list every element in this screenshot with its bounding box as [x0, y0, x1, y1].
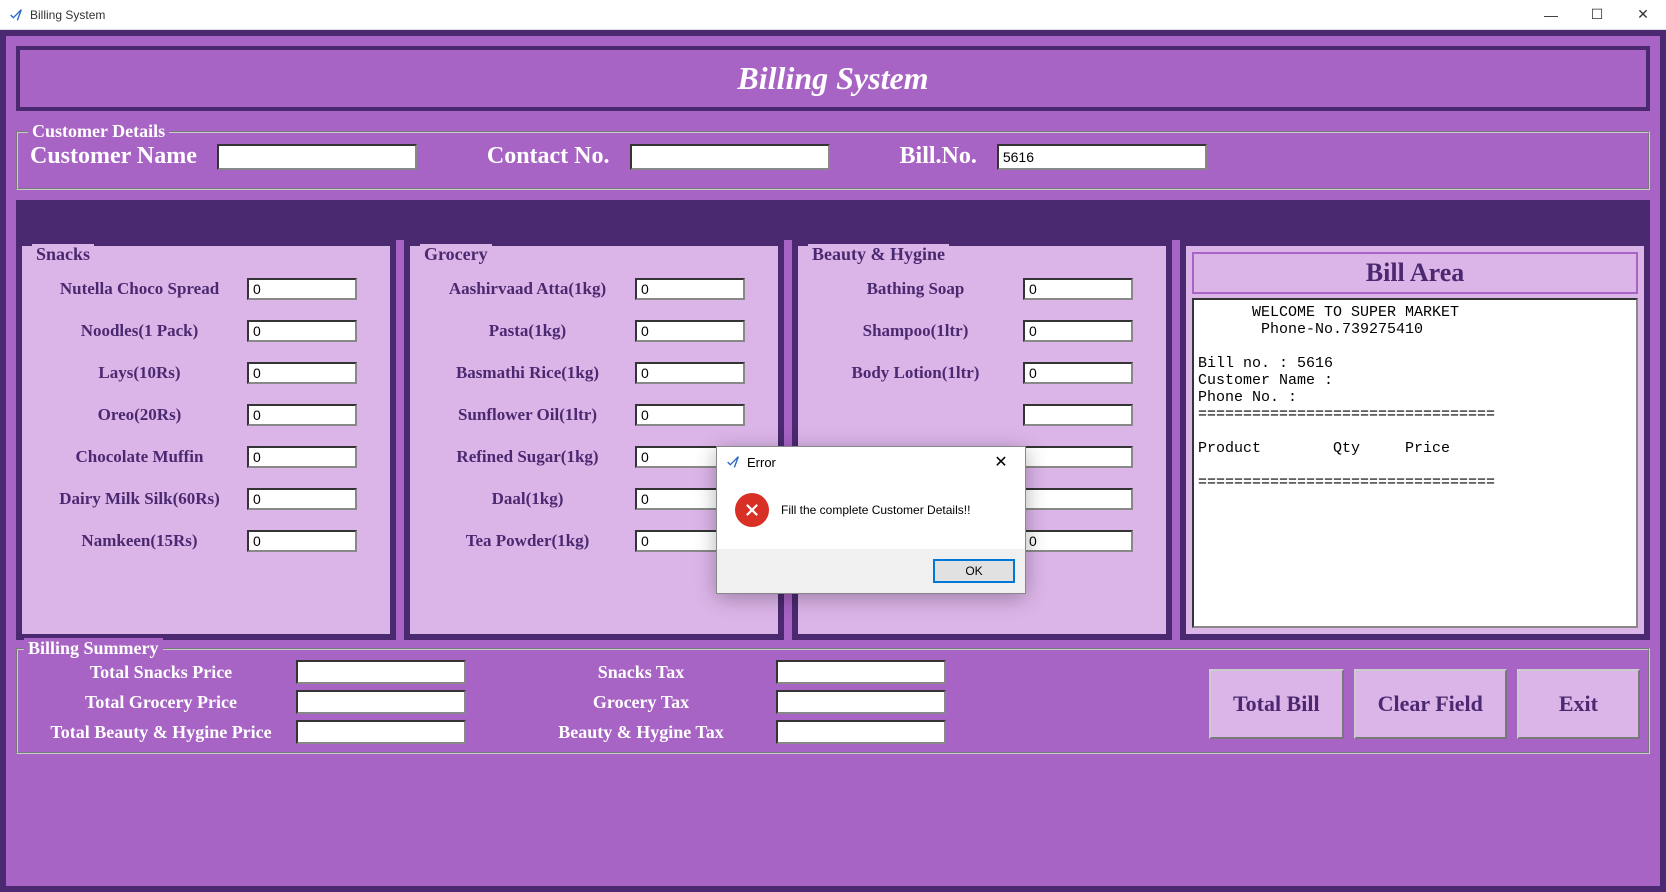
grocery-item-input[interactable] [635, 320, 745, 342]
bill-no-input[interactable] [997, 144, 1207, 170]
clear-field-button[interactable]: Clear Field [1354, 669, 1507, 739]
bill-area-group: Bill Area WELCOME TO SUPER MARKET Phone-… [1180, 240, 1650, 640]
grocery-legend: Grocery [420, 244, 492, 265]
customer-details-group: Customer Details Customer Name Contact N… [16, 131, 1650, 190]
grocery-item-label: Tea Powder(1kg) [420, 531, 635, 551]
beauty-legend: Beauty & Hygine [808, 244, 949, 265]
grocery-item-input[interactable] [635, 362, 745, 384]
main-frame: Billing System Customer Details Customer… [0, 30, 1666, 892]
beauty-tax-input[interactable] [776, 720, 946, 744]
contact-no-input[interactable] [630, 144, 830, 170]
snacks-item-input[interactable] [247, 278, 357, 300]
error-dialog: Error ✕ Fill the complete Customer Detai… [716, 446, 1026, 594]
total-beauty-price-input[interactable] [296, 720, 466, 744]
beauty-item-input[interactable] [1023, 278, 1133, 300]
total-grocery-price-input[interactable] [296, 690, 466, 714]
error-dialog-ok-button[interactable]: OK [933, 559, 1015, 583]
snacks-item-input[interactable] [247, 404, 357, 426]
snacks-tax-label: Snacks Tax [506, 662, 776, 683]
minimize-button[interactable]: — [1528, 0, 1574, 30]
maximize-button[interactable]: ☐ [1574, 0, 1620, 30]
bill-no-label: Bill.No. [900, 143, 977, 170]
beauty-item-label: Bathing Soap [808, 279, 1023, 299]
customer-details-legend: Customer Details [28, 121, 169, 142]
beauty-item-label: Body Lotion(1ltr) [808, 363, 1023, 383]
beauty-item-input[interactable] [1023, 404, 1133, 426]
beauty-item-label: Shampoo(1ltr) [808, 321, 1023, 341]
beauty-item-input[interactable] [1023, 530, 1133, 552]
snacks-item-label: Nutella Choco Spread [32, 279, 247, 299]
grocery-item-label: Sunflower Oil(1ltr) [420, 405, 635, 425]
app-icon [8, 7, 24, 23]
beauty-item-input[interactable] [1023, 362, 1133, 384]
snacks-item-input[interactable] [247, 320, 357, 342]
snacks-item-label: Oreo(20Rs) [32, 405, 247, 425]
app-title: Billing System [30, 60, 1636, 97]
snacks-item-input[interactable] [247, 362, 357, 384]
grocery-item-label: Basmathi Rice(1kg) [420, 363, 635, 383]
contact-no-label: Contact No. [487, 143, 610, 170]
grocery-item-input[interactable] [635, 278, 745, 300]
grocery-tax-label: Grocery Tax [506, 692, 776, 713]
grocery-item-label: Pasta(1kg) [420, 321, 635, 341]
total-bill-button[interactable]: Total Bill [1209, 669, 1344, 739]
window-controls: — ☐ ✕ [1528, 0, 1666, 30]
customer-name-input[interactable] [217, 144, 417, 170]
bill-text-area[interactable]: WELCOME TO SUPER MARKET Phone-No.7392754… [1192, 298, 1638, 628]
snacks-item-label: Lays(10Rs) [32, 363, 247, 383]
customer-name-label: Customer Name [30, 143, 197, 170]
app-icon [725, 454, 741, 470]
header-banner: Billing System [16, 46, 1650, 111]
snacks-item-label: Namkeen(15Rs) [32, 531, 247, 551]
window-titlebar: Billing System — ☐ ✕ [0, 0, 1666, 30]
grocery-tax-input[interactable] [776, 690, 946, 714]
beauty-item-input[interactable] [1023, 320, 1133, 342]
window-title: Billing System [30, 8, 105, 22]
grocery-item-label: Daal(1kg) [420, 489, 635, 509]
grocery-item-label: Aashirvaad Atta(1kg) [420, 279, 635, 299]
bill-area-header: Bill Area [1192, 252, 1638, 294]
snacks-item-label: Dairy Milk Silk(60Rs) [32, 489, 247, 509]
close-button[interactable]: ✕ [1620, 0, 1666, 30]
snacks-item-input[interactable] [247, 530, 357, 552]
snacks-group: Snacks Nutella Choco Spread Noodles(1 Pa… [16, 240, 396, 640]
beauty-item-input[interactable] [1023, 446, 1133, 468]
total-snacks-price-input[interactable] [296, 660, 466, 684]
snacks-item-input[interactable] [247, 488, 357, 510]
error-dialog-close-button[interactable]: ✕ [981, 449, 1021, 475]
beauty-tax-label: Beauty & Hygine Tax [506, 722, 776, 743]
error-icon [735, 493, 769, 527]
error-dialog-message: Fill the complete Customer Details!! [781, 503, 970, 517]
billing-summary-legend: Billing Summery [24, 638, 163, 659]
grocery-item-input[interactable] [635, 404, 745, 426]
snacks-tax-input[interactable] [776, 660, 946, 684]
error-dialog-title: Error [747, 455, 776, 470]
snacks-item-label: Noodles(1 Pack) [32, 321, 247, 341]
separator-bar [16, 200, 1650, 240]
billing-summary-group: Billing Summery Total Snacks Price Total… [16, 648, 1650, 754]
snacks-legend: Snacks [32, 244, 94, 265]
exit-button[interactable]: Exit [1517, 669, 1640, 739]
snacks-item-input[interactable] [247, 446, 357, 468]
total-snacks-price-label: Total Snacks Price [26, 662, 296, 683]
total-beauty-price-label: Total Beauty & Hygine Price [26, 722, 296, 743]
total-grocery-price-label: Total Grocery Price [26, 692, 296, 713]
snacks-item-label: Chocolate Muffin [32, 447, 247, 467]
error-dialog-titlebar: Error ✕ [717, 447, 1025, 477]
beauty-item-input[interactable] [1023, 488, 1133, 510]
grocery-item-label: Refined Sugar(1kg) [420, 447, 635, 467]
